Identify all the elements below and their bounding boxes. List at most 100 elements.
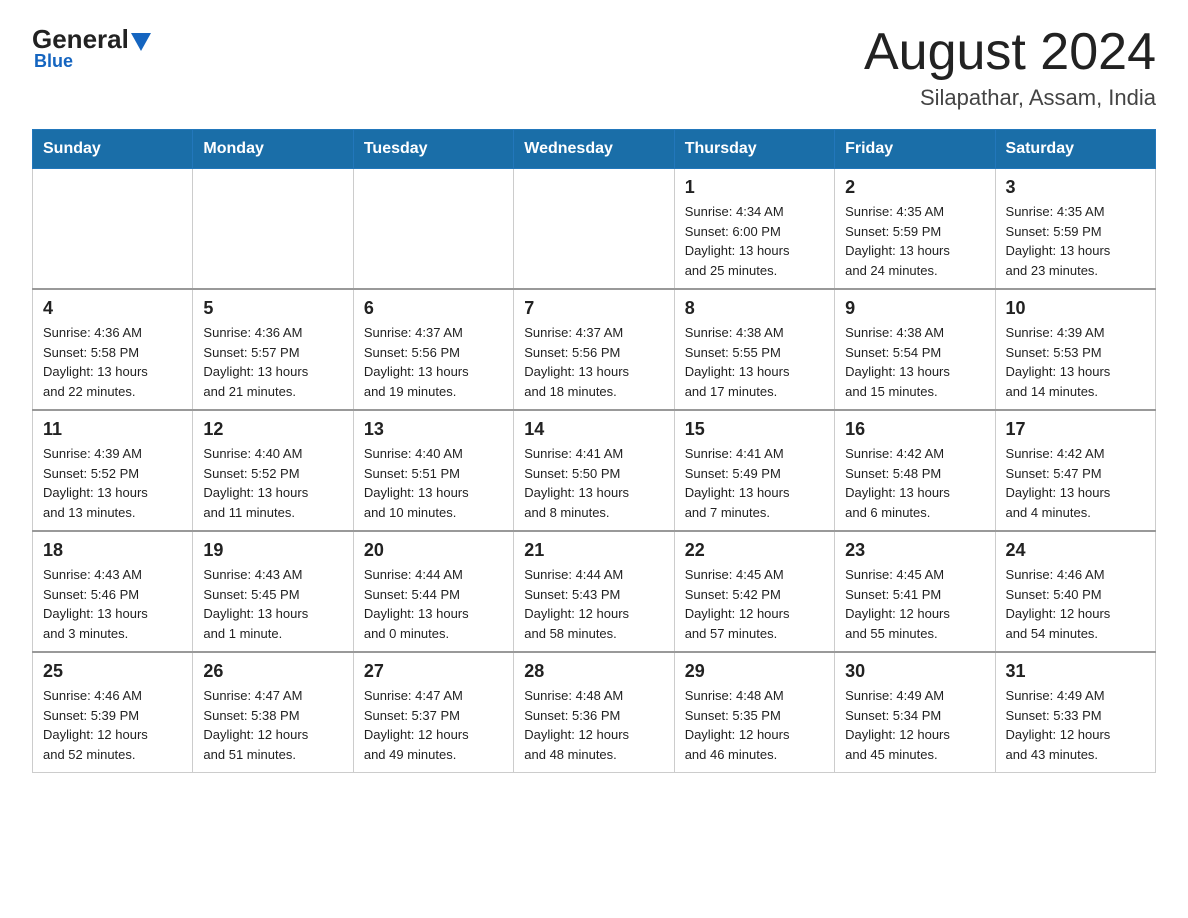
week-row-3: 11 Sunrise: 4:39 AMSunset: 5:52 PMDayligh…: [33, 410, 1156, 531]
day-number: 18: [43, 540, 182, 561]
calendar-cell: 7 Sunrise: 4:37 AMSunset: 5:56 PMDaylight…: [514, 289, 674, 410]
header-tuesday: Tuesday: [353, 130, 513, 169]
day-number: 7: [524, 298, 663, 319]
day-info: Sunrise: 4:46 AMSunset: 5:39 PMDaylight:…: [43, 686, 182, 764]
day-info: Sunrise: 4:48 AMSunset: 5:35 PMDaylight:…: [685, 686, 824, 764]
day-info: Sunrise: 4:38 AMSunset: 5:54 PMDaylight:…: [845, 323, 984, 401]
calendar-cell: 12 Sunrise: 4:40 AMSunset: 5:52 PMDayligh…: [193, 410, 353, 531]
day-number: 23: [845, 540, 984, 561]
logo-triangle-icon: [131, 33, 151, 51]
calendar-cell: 2Sunrise: 4:35 AMSunset: 5:59 PMDaylight…: [835, 169, 995, 290]
calendar-cell: 31Sunrise: 4:49 AMSunset: 5:33 PMDayligh…: [995, 652, 1155, 773]
day-number: 9: [845, 298, 984, 319]
header-saturday: Saturday: [995, 130, 1155, 169]
day-number: 11: [43, 419, 182, 440]
day-number: 30: [845, 661, 984, 682]
header-wednesday: Wednesday: [514, 130, 674, 169]
day-number: 10: [1006, 298, 1145, 319]
week-row-1: 1Sunrise: 4:34 AMSunset: 6:00 PMDaylight…: [33, 169, 1156, 290]
calendar-table: Sunday Monday Tuesday Wednesday Thursday…: [32, 129, 1156, 773]
day-number: 27: [364, 661, 503, 682]
day-info: Sunrise: 4:45 AMSunset: 5:42 PMDaylight:…: [685, 565, 824, 643]
day-info: Sunrise: 4:36 AMSunset: 5:58 PMDaylight:…: [43, 323, 182, 401]
day-number: 12: [203, 419, 342, 440]
day-info: Sunrise: 4:48 AMSunset: 5:36 PMDaylight:…: [524, 686, 663, 764]
calendar-cell: 22 Sunrise: 4:45 AMSunset: 5:42 PMDayligh…: [674, 531, 834, 652]
day-info: Sunrise: 4:44 AMSunset: 5:44 PMDaylight:…: [364, 565, 503, 643]
day-info: Sunrise: 4:36 AMSunset: 5:57 PMDaylight:…: [203, 323, 342, 401]
day-number: 22: [685, 540, 824, 561]
day-number: 14: [524, 419, 663, 440]
calendar-cell: 9 Sunrise: 4:38 AMSunset: 5:54 PMDaylight…: [835, 289, 995, 410]
day-info: Sunrise: 4:37 AMSunset: 5:56 PMDaylight:…: [524, 323, 663, 401]
day-number: 2: [845, 177, 984, 198]
day-info: Sunrise: 4:38 AMSunset: 5:55 PMDaylight:…: [685, 323, 824, 401]
day-number: 5: [203, 298, 342, 319]
week-row-2: 4 Sunrise: 4:36 AMSunset: 5:58 PMDaylight…: [33, 289, 1156, 410]
calendar-cell: 30Sunrise: 4:49 AMSunset: 5:34 PMDayligh…: [835, 652, 995, 773]
calendar-header-row: Sunday Monday Tuesday Wednesday Thursday…: [33, 130, 1156, 169]
calendar-cell: 25 Sunrise: 4:46 AMSunset: 5:39 PMDayligh…: [33, 652, 193, 773]
day-number: 29: [685, 661, 824, 682]
day-number: 24: [1006, 540, 1145, 561]
calendar-cell: 16 Sunrise: 4:42 AMSunset: 5:48 PMDayligh…: [835, 410, 995, 531]
calendar-cell: 10 Sunrise: 4:39 AMSunset: 5:53 PMDayligh…: [995, 289, 1155, 410]
day-number: 15: [685, 419, 824, 440]
calendar-cell: 1Sunrise: 4:34 AMSunset: 6:00 PMDaylight…: [674, 169, 834, 290]
calendar-cell: 21Sunrise: 4:44 AMSunset: 5:43 PMDayligh…: [514, 531, 674, 652]
day-number: 1: [685, 177, 824, 198]
location-title: Silapathar, Assam, India: [864, 85, 1156, 111]
day-info: Sunrise: 4:40 AMSunset: 5:51 PMDaylight:…: [364, 444, 503, 522]
calendar-cell: 8Sunrise: 4:38 AMSunset: 5:55 PMDaylight…: [674, 289, 834, 410]
day-number: 31: [1006, 661, 1145, 682]
day-info: Sunrise: 4:42 AMSunset: 5:48 PMDaylight:…: [845, 444, 984, 522]
calendar-cell: 17 Sunrise: 4:42 AMSunset: 5:47 PMDayligh…: [995, 410, 1155, 531]
day-info: Sunrise: 4:39 AMSunset: 5:53 PMDaylight:…: [1006, 323, 1145, 401]
calendar-cell: 3Sunrise: 4:35 AMSunset: 5:59 PMDaylight…: [995, 169, 1155, 290]
calendar-cell: 18 Sunrise: 4:43 AMSunset: 5:46 PMDayligh…: [33, 531, 193, 652]
calendar-cell: 26 Sunrise: 4:47 AMSunset: 5:38 PMDayligh…: [193, 652, 353, 773]
day-info: Sunrise: 4:41 AMSunset: 5:50 PMDaylight:…: [524, 444, 663, 522]
day-info: Sunrise: 4:43 AMSunset: 5:46 PMDaylight:…: [43, 565, 182, 643]
day-number: 4: [43, 298, 182, 319]
calendar-cell: 19Sunrise: 4:43 AMSunset: 5:45 PMDayligh…: [193, 531, 353, 652]
calendar-title-area: August 2024 Silapathar, Assam, India: [864, 24, 1156, 111]
day-info: Sunrise: 4:39 AMSunset: 5:52 PMDaylight:…: [43, 444, 182, 522]
month-title: August 2024: [864, 24, 1156, 81]
calendar-cell: 13Sunrise: 4:40 AMSunset: 5:51 PMDayligh…: [353, 410, 513, 531]
calendar-cell: 5 Sunrise: 4:36 AMSunset: 5:57 PMDaylight…: [193, 289, 353, 410]
day-info: Sunrise: 4:42 AMSunset: 5:47 PMDaylight:…: [1006, 444, 1145, 522]
day-number: 16: [845, 419, 984, 440]
calendar-cell: 24 Sunrise: 4:46 AMSunset: 5:40 PMDayligh…: [995, 531, 1155, 652]
day-info: Sunrise: 4:44 AMSunset: 5:43 PMDaylight:…: [524, 565, 663, 643]
day-info: Sunrise: 4:46 AMSunset: 5:40 PMDaylight:…: [1006, 565, 1145, 643]
header-thursday: Thursday: [674, 130, 834, 169]
week-row-4: 18 Sunrise: 4:43 AMSunset: 5:46 PMDayligh…: [33, 531, 1156, 652]
day-number: 20: [364, 540, 503, 561]
calendar-cell: 14 Sunrise: 4:41 AMSunset: 5:50 PMDayligh…: [514, 410, 674, 531]
day-number: 19: [203, 540, 342, 561]
day-number: 26: [203, 661, 342, 682]
calendar-cell: 15 Sunrise: 4:41 AMSunset: 5:49 PMDayligh…: [674, 410, 834, 531]
calendar-cell: 4 Sunrise: 4:36 AMSunset: 5:58 PMDaylight…: [33, 289, 193, 410]
day-number: 3: [1006, 177, 1145, 198]
day-number: 25: [43, 661, 182, 682]
calendar-cell: [193, 169, 353, 290]
day-info: Sunrise: 4:41 AMSunset: 5:49 PMDaylight:…: [685, 444, 824, 522]
header-sunday: Sunday: [33, 130, 193, 169]
day-info: Sunrise: 4:47 AMSunset: 5:38 PMDaylight:…: [203, 686, 342, 764]
day-number: 17: [1006, 419, 1145, 440]
calendar-cell: 29 Sunrise: 4:48 AMSunset: 5:35 PMDayligh…: [674, 652, 834, 773]
day-number: 28: [524, 661, 663, 682]
header-monday: Monday: [193, 130, 353, 169]
day-info: Sunrise: 4:37 AMSunset: 5:56 PMDaylight:…: [364, 323, 503, 401]
calendar-cell: [514, 169, 674, 290]
calendar-cell: 11 Sunrise: 4:39 AMSunset: 5:52 PMDayligh…: [33, 410, 193, 531]
day-info: Sunrise: 4:40 AMSunset: 5:52 PMDaylight:…: [203, 444, 342, 522]
logo-blue: Blue: [34, 51, 73, 72]
day-info: Sunrise: 4:47 AMSunset: 5:37 PMDaylight:…: [364, 686, 503, 764]
calendar-cell: [353, 169, 513, 290]
logo: General Blue: [32, 24, 151, 72]
calendar-cell: 23Sunrise: 4:45 AMSunset: 5:41 PMDayligh…: [835, 531, 995, 652]
calendar-cell: 20 Sunrise: 4:44 AMSunset: 5:44 PMDayligh…: [353, 531, 513, 652]
